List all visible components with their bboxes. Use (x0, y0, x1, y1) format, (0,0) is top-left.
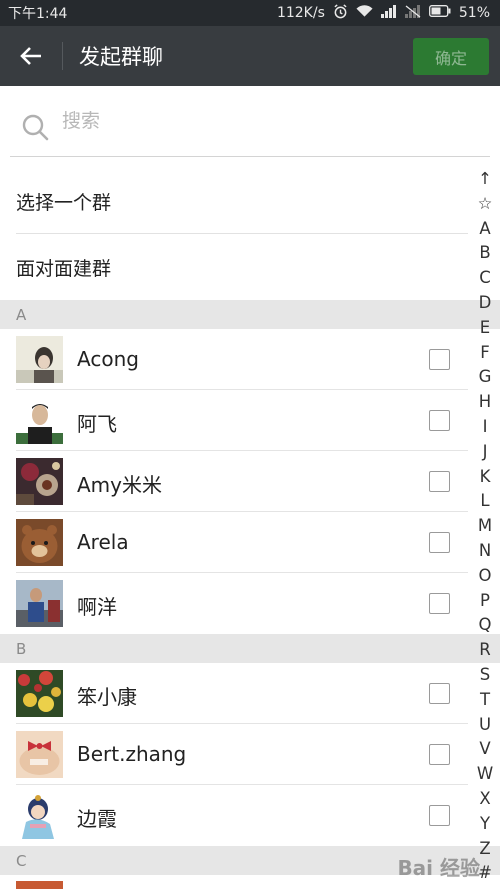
contact-name: Arela (77, 530, 129, 554)
status-indicators: 112K/s 51% (276, 3, 490, 23)
battery-icon (428, 5, 451, 21)
status-bar: 下午1:44 112K/s 51% (0, 0, 500, 26)
index-letter[interactable]: K (480, 465, 491, 490)
index-letter[interactable]: O (479, 564, 492, 589)
avatar (16, 792, 63, 839)
contact-checkbox[interactable] (429, 805, 450, 826)
section-header-a: A (0, 300, 500, 329)
screen: 下午1:44 112K/s 51% 发起群聊 确定 搜索 选择一个群 面对面建群… (0, 0, 500, 889)
index-letter[interactable]: J (483, 440, 488, 465)
index-letter[interactable]: V (479, 737, 490, 762)
avatar (16, 580, 63, 627)
page-title: 发起群聊 (79, 45, 163, 69)
watermark: Bai 经验 (397, 856, 480, 880)
section-header-b: B (0, 634, 500, 663)
contact-checkbox[interactable] (429, 410, 450, 431)
contact-checkbox[interactable] (429, 532, 450, 553)
contact-checkbox[interactable] (429, 744, 450, 765)
avatar (16, 397, 63, 444)
contact-row[interactable]: 边霞 (0, 785, 500, 846)
index-letter[interactable]: H (479, 390, 491, 415)
index-letter[interactable]: G (479, 365, 492, 390)
avatar (16, 881, 63, 889)
index-letter[interactable]: Q (479, 613, 492, 638)
arrow-left-icon (20, 47, 41, 65)
index-letter[interactable]: W (477, 762, 493, 787)
contact-row[interactable]: Bert.zhang (0, 724, 500, 785)
back-button[interactable] (0, 26, 62, 86)
contact-row[interactable]: 笨小康 (0, 663, 500, 724)
signal-off-icon (404, 4, 421, 22)
index-letter[interactable]: ☆ (478, 192, 493, 217)
contact-name: 笨小康 (77, 685, 137, 709)
avatar (16, 670, 63, 717)
title-divider (62, 42, 63, 70)
index-letter[interactable]: X (479, 787, 490, 812)
face-to-face-group-item[interactable]: 面对面建群 (16, 234, 468, 300)
contact-name: 阿飞 (77, 412, 117, 436)
search-icon (22, 114, 50, 146)
signal-icon (380, 4, 397, 22)
avatar (16, 519, 63, 566)
index-letter[interactable]: Y (480, 812, 490, 837)
alarm-icon (333, 3, 348, 23)
index-letter[interactable]: E (480, 316, 490, 341)
status-time: 下午1:44 (8, 6, 68, 22)
index-letter[interactable]: M (478, 514, 492, 539)
index-letter[interactable]: C (479, 266, 491, 291)
contact-row[interactable]: 啊洋 (0, 573, 500, 634)
index-letter[interactable]: S (480, 663, 490, 688)
avatar (16, 336, 63, 383)
index-letter[interactable]: F (480, 341, 490, 366)
contact-name: 边霞 (77, 807, 117, 831)
contact-checkbox[interactable] (429, 683, 450, 704)
index-letter[interactable]: T (480, 688, 490, 713)
alphabet-index-bar[interactable]: ↑ ☆ A B C D E F G H I J K L M N O P Q R … (474, 167, 496, 886)
contact-row[interactable]: Amy米米 (0, 451, 500, 512)
network-speed: 112K/s (276, 5, 325, 21)
contact-checkbox[interactable] (429, 593, 450, 614)
index-letter[interactable]: ↑ (478, 167, 492, 192)
battery-percent: 51% (458, 5, 490, 21)
index-letter[interactable]: P (480, 589, 490, 614)
title-bar: 发起群聊 确定 (0, 26, 500, 86)
avatar (16, 731, 63, 778)
index-letter[interactable]: # (478, 861, 492, 886)
contact-name: Acong (77, 347, 139, 371)
confirm-button[interactable]: 确定 (413, 38, 489, 75)
index-letter[interactable]: A (479, 217, 490, 242)
index-letter[interactable]: N (479, 539, 491, 564)
search-bar (10, 86, 490, 157)
contact-name: 啊洋 (77, 595, 117, 619)
contact-name: Bert.zhang (77, 742, 187, 766)
avatar (16, 458, 63, 505)
index-letter[interactable]: I (483, 415, 488, 440)
search-input[interactable] (62, 110, 442, 132)
contact-row[interactable]: Arela (0, 512, 500, 573)
index-letter[interactable]: U (479, 713, 491, 738)
index-letter[interactable]: Z (479, 837, 490, 862)
index-letter[interactable]: L (480, 489, 489, 514)
wifi-icon (356, 4, 373, 22)
contact-row[interactable]: 阿飞 (0, 390, 500, 451)
select-group-item[interactable]: 选择一个群 (16, 157, 468, 234)
index-letter[interactable]: D (479, 291, 492, 316)
contact-checkbox[interactable] (429, 471, 450, 492)
index-letter[interactable]: B (479, 241, 490, 266)
contact-name: Amy米米 (77, 473, 162, 497)
index-letter[interactable]: R (479, 638, 490, 663)
contact-row[interactable]: Acong (0, 329, 500, 390)
contact-checkbox[interactable] (429, 349, 450, 370)
